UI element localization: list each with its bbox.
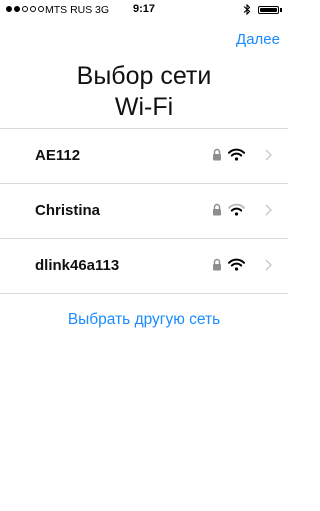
network-row[interactable]: dlink46a113: [0, 239, 288, 294]
chevron-right-icon: [265, 149, 272, 161]
lock-icon: [213, 203, 221, 216]
network-name: Christina: [35, 202, 101, 219]
network-row[interactable]: AE112: [0, 129, 288, 184]
network-name: dlink46a113: [35, 257, 120, 274]
status-bar: MTS RUS 3G 9:17: [0, 0, 288, 20]
network-type: 3G: [95, 4, 110, 16]
chevron-right-icon: [265, 259, 272, 271]
page-title: Выбор сети Wi-Fi: [0, 61, 288, 123]
carrier-name: MTS RUS: [45, 4, 93, 16]
bluetooth-icon: [243, 3, 251, 16]
page-title-line1: Выбор сети: [76, 62, 212, 90]
lock-icon: [213, 148, 221, 161]
next-button[interactable]: Далее: [236, 31, 280, 48]
battery-icon: [258, 6, 279, 14]
lock-icon: [213, 258, 221, 271]
wifi-signal-icon: [228, 203, 245, 216]
signal-dot: [38, 6, 44, 12]
wifi-signal-icon: [228, 258, 245, 271]
signal-dot: [30, 6, 36, 12]
battery-tip: [280, 8, 282, 12]
chevron-right-icon: [265, 204, 272, 216]
battery-level: [260, 8, 277, 12]
signal-dot: [6, 6, 12, 12]
signal-dot: [14, 6, 20, 12]
wifi-signal-icon: [228, 148, 245, 161]
network-list: AE112 Christina dlink46a113: [0, 128, 288, 294]
status-time: 9:17: [132, 3, 156, 15]
choose-other-network-button[interactable]: Выбрать другую сеть: [0, 311, 288, 329]
page-title-line2: Wi-Fi: [114, 93, 174, 121]
signal-strength-icon: [6, 6, 44, 12]
signal-dot: [22, 6, 28, 12]
network-name: AE112: [35, 147, 81, 164]
network-row[interactable]: Christina: [0, 184, 288, 239]
